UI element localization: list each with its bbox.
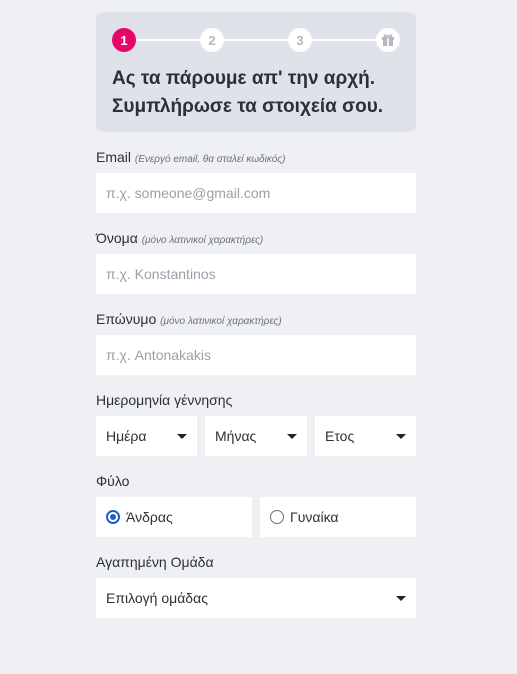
birthdate-label-text: Ημερομηνία γέννησης <box>96 392 233 408</box>
page-title-line1: Ας τα πάρουμε απ' την αρχή. <box>112 68 376 89</box>
birthdate-label: Ημερομηνία γέννησης <box>96 392 416 408</box>
email-label-text: Email <box>96 149 132 165</box>
gender-male-label: Άνδρας <box>126 509 173 525</box>
step-2: 2 <box>200 28 224 52</box>
email-label: Email (Ενεργό email, θα σταλεί κωδικός) <box>96 149 416 165</box>
month-select[interactable]: Μήνας <box>205 416 307 456</box>
birthdate-row: Ημέρα Μήνας Ετος <box>96 416 416 456</box>
team-label-text: Αγαπημένη Ομάδα <box>96 554 214 570</box>
first-name-label-text: Όνομα <box>96 230 138 246</box>
chevron-down-icon <box>396 595 406 601</box>
team-row: Επιλογή ομάδας <box>96 578 416 618</box>
last-name-label-text: Επώνυμο <box>96 311 157 327</box>
gender-label: Φύλο <box>96 473 416 489</box>
email-hint: (Ενεργό email, θα σταλεί κωδικός) <box>134 154 286 165</box>
chevron-down-icon <box>177 433 187 439</box>
step-1: 1 <box>112 28 136 52</box>
year-select-value: Ετος <box>325 428 355 444</box>
page-title: Ας τα πάρουμε απ' την αρχή. Συμπλήρωσε τ… <box>112 65 400 121</box>
email-field[interactable] <box>96 173 416 213</box>
gender-label-text: Φύλο <box>96 473 130 489</box>
day-select[interactable]: Ημέρα <box>96 416 197 456</box>
gender-female-label: Γυναίκα <box>290 509 339 525</box>
last-name-label: Επώνυμο (μόνο λατινικοί χαρακτήρες) <box>96 311 416 327</box>
last-name-field[interactable] <box>96 335 416 375</box>
team-label: Αγαπημένη Ομάδα <box>96 554 416 570</box>
last-name-hint: (μόνο λατινικοί χαρακτήρες) <box>160 316 282 327</box>
first-name-label: Όνομα (μόνο λατινικοί χαρακτήρες) <box>96 230 416 246</box>
chevron-down-icon <box>287 433 297 439</box>
gift-icon <box>376 28 400 52</box>
gender-female-option[interactable]: Γυναίκα <box>260 497 416 537</box>
year-select[interactable]: Ετος <box>315 416 416 456</box>
chevron-down-icon <box>396 433 406 439</box>
stepper-line <box>124 39 388 41</box>
first-name-hint: (μόνο λατινικοί χαρακτήρες) <box>141 235 264 246</box>
month-select-value: Μήνας <box>215 428 257 444</box>
day-select-value: Ημέρα <box>106 428 147 444</box>
team-select-value: Επιλογή ομάδας <box>106 590 208 606</box>
gender-row: Άνδρας Γυναίκα <box>96 497 416 537</box>
page-title-line2: Συμπλήρωσε τα στοιχεία σου. <box>112 96 384 117</box>
gender-male-option[interactable]: Άνδρας <box>96 497 252 537</box>
first-name-field[interactable] <box>96 254 416 294</box>
stepper: 1 2 3 <box>112 28 400 52</box>
team-select[interactable]: Επιλογή ομάδας <box>96 578 416 618</box>
signup-form: 1 2 3 Ας τα πάρουμε απ' την αρχή. Συμπλή… <box>96 12 416 618</box>
radio-unchecked-icon[interactable] <box>270 510 284 524</box>
header-card: 1 2 3 Ας τα πάρουμε απ' την αρχή. Συμπλή… <box>96 12 416 132</box>
radio-checked-icon[interactable] <box>106 510 120 524</box>
step-3: 3 <box>288 28 312 52</box>
